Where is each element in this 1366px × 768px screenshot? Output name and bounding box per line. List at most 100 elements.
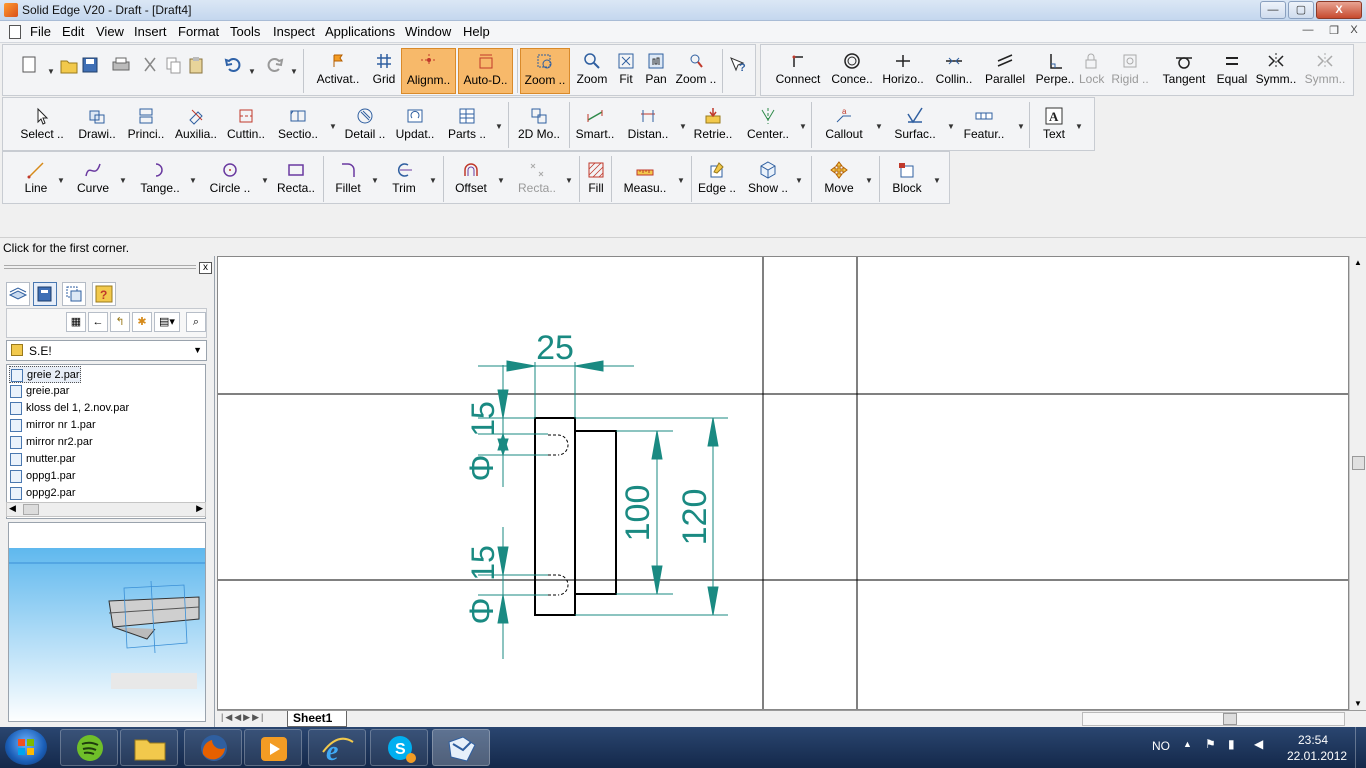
update-views-button[interactable]: Updat.. — [393, 106, 437, 146]
circle-dropdown-icon[interactable]: ▼ — [261, 176, 269, 185]
menu-edit[interactable]: Edit — [62, 24, 84, 39]
move-button[interactable]: Move — [817, 160, 861, 200]
smart-dimension-button[interactable]: Smart.. — [573, 106, 617, 146]
trim-button[interactable]: Trim — [385, 160, 423, 200]
fill-button[interactable]: Fill — [583, 160, 609, 200]
concentric-button[interactable]: Conce.. — [827, 51, 877, 91]
file-list-scrollbar[interactable]: ◀ ▶ — [6, 502, 206, 517]
print-icon[interactable] — [112, 57, 130, 71]
cutting-plane-button[interactable]: Cuttin.. — [223, 106, 269, 146]
scroll-right-icon[interactable]: ▶ — [196, 503, 203, 514]
scroll-thumb[interactable] — [1352, 456, 1365, 470]
distance-dropdown-icon[interactable]: ▼ — [679, 122, 687, 131]
parts-list-button[interactable]: Parts .. — [445, 106, 489, 146]
scroll-up-icon[interactable]: ▲ — [1354, 258, 1362, 267]
2d-model-button[interactable]: 2D Mo.. — [513, 106, 565, 146]
section-view-button[interactable]: Sectio.. — [275, 106, 321, 146]
drawing-sheet[interactable]: 25 120 100 15 Φ 15 Φ — [217, 256, 1349, 710]
measure-button[interactable]: Measu.. — [617, 160, 673, 200]
rigid-button[interactable]: Rigid .. — [1107, 51, 1153, 91]
part-outline[interactable] — [534, 417, 576, 616]
save-icon[interactable] — [82, 57, 98, 73]
new-dropdown-icon[interactable]: ▼ — [47, 67, 55, 76]
text-dropdown-icon[interactable]: ▼ — [1075, 122, 1083, 131]
principal-view-button[interactable]: Princi.. — [123, 106, 169, 146]
dimension-text-height-inner[interactable]: 100 — [619, 485, 657, 542]
list-item[interactable]: greie.par — [9, 383, 69, 400]
auto-dimension-button[interactable]: Auto-D.. — [458, 48, 513, 94]
show-hidden-icons-icon[interactable]: ▲ — [1183, 739, 1192, 749]
list-item[interactable]: oppg2.par — [9, 485, 76, 502]
callout-dropdown-icon[interactable]: ▼ — [875, 122, 883, 131]
show-dropdown-icon[interactable]: ▼ — [795, 176, 803, 185]
center-dropdown-icon[interactable]: ▼ — [799, 122, 807, 131]
clock-time[interactable]: 23:54 — [1298, 733, 1328, 747]
auxiliary-view-button[interactable]: Auxilia.. — [171, 106, 221, 146]
grid-button[interactable]: Grid — [369, 51, 399, 91]
callout-button[interactable]: a Callout — [819, 106, 869, 146]
sheet-nav-arrows-icon[interactable]: |◀◀▶▶| — [221, 712, 265, 723]
move-dropdown-icon[interactable]: ▼ — [865, 176, 873, 185]
offset-dropdown-icon[interactable]: ▼ — [497, 176, 505, 185]
list-item[interactable]: mirror nr2.par — [9, 434, 93, 451]
scroll-left-icon[interactable]: ◀ — [9, 503, 16, 514]
curve-dropdown-icon[interactable]: ▼ — [119, 176, 127, 185]
show-desktop-button[interactable] — [1355, 727, 1366, 768]
tab-sheet1[interactable]: Sheet1 — [287, 711, 347, 727]
language-indicator[interactable]: NO — [1152, 739, 1170, 753]
mdi-close-button[interactable]: X — [1346, 24, 1362, 39]
menu-insert[interactable]: Insert — [134, 24, 167, 39]
new-icon[interactable] — [22, 56, 36, 73]
part-step-outline[interactable] — [574, 430, 617, 595]
feature-dropdown-icon[interactable]: ▼ — [1017, 122, 1025, 131]
tab-groups[interactable] — [62, 282, 86, 306]
center-line-button[interactable]: Center.. — [743, 106, 793, 146]
symmetric-axis-button[interactable]: Symm.. — [1301, 51, 1349, 91]
panel-grip[interactable] — [4, 265, 196, 269]
block-dropdown-icon[interactable]: ▼ — [933, 176, 941, 185]
alignment-button[interactable]: Alignm.. — [401, 48, 456, 94]
close-button[interactable]: X — [1316, 1, 1362, 19]
list-item[interactable]: greie 2.par — [9, 366, 81, 383]
dimension-text-dist-bottom[interactable]: 15 — [465, 545, 501, 581]
fillet-button[interactable]: Fillet — [329, 160, 367, 200]
pattern-dropdown-icon[interactable]: ▼ — [565, 176, 573, 185]
view-toggle-button[interactable]: ▦ — [66, 312, 86, 332]
dimension-text-width[interactable]: 25 — [536, 329, 574, 367]
offset-button[interactable]: Offset — [449, 160, 493, 200]
line-dropdown-icon[interactable]: ▼ — [57, 176, 65, 185]
show-hide-button[interactable]: Show .. — [745, 160, 791, 200]
up-folder-button[interactable]: ↰ — [110, 312, 130, 332]
circle-button[interactable]: Circle .. — [207, 160, 253, 200]
taskbar-firefox[interactable] — [184, 729, 242, 766]
drawing-view-button[interactable]: Drawi.. — [75, 106, 119, 146]
diameter-symbol-bottom[interactable]: Φ — [463, 597, 501, 624]
scroll-thumb[interactable] — [1223, 713, 1237, 725]
taskbar-internet-explorer[interactable]: e — [308, 729, 366, 767]
zoom-dynamic-button[interactable]: Zoom .. — [673, 51, 719, 91]
curve-button[interactable]: Curve — [73, 160, 113, 200]
action-center-icon[interactable]: ⚑ — [1205, 737, 1216, 751]
list-item[interactable]: mutter.par — [9, 451, 76, 468]
maximize-button[interactable]: ▢ — [1288, 1, 1314, 19]
block-button[interactable]: Block — [887, 160, 927, 200]
symmetric-button[interactable]: Symm.. — [1253, 51, 1299, 91]
zoom-button[interactable]: Zoom — [574, 51, 610, 91]
paste-icon[interactable] — [189, 57, 203, 74]
menu-file[interactable]: File — [30, 24, 51, 39]
pan-button[interactable]: Pan — [641, 51, 671, 91]
trim-dropdown-icon[interactable]: ▼ — [429, 176, 437, 185]
mdi-restore-button[interactable]: ❐ — [1326, 24, 1342, 39]
rectangle-button[interactable]: Recta.. — [273, 160, 319, 200]
tangent-arc-button[interactable]: Tange.. — [135, 160, 185, 200]
tangent-dropdown-icon[interactable]: ▼ — [189, 176, 197, 185]
redo-icon[interactable] — [267, 58, 284, 72]
taskbar-skype[interactable]: S — [370, 729, 428, 766]
text-button[interactable]: A Text — [1037, 106, 1071, 146]
mdi-minimize-button[interactable]: — — [1300, 24, 1316, 39]
document-icon[interactable] — [9, 25, 21, 39]
surface-texture-button[interactable]: Surfac.. — [887, 106, 943, 146]
detail-view-button[interactable]: Detail .. — [341, 106, 389, 146]
copy-icon[interactable] — [166, 57, 181, 74]
back-button[interactable]: ← — [88, 312, 108, 332]
